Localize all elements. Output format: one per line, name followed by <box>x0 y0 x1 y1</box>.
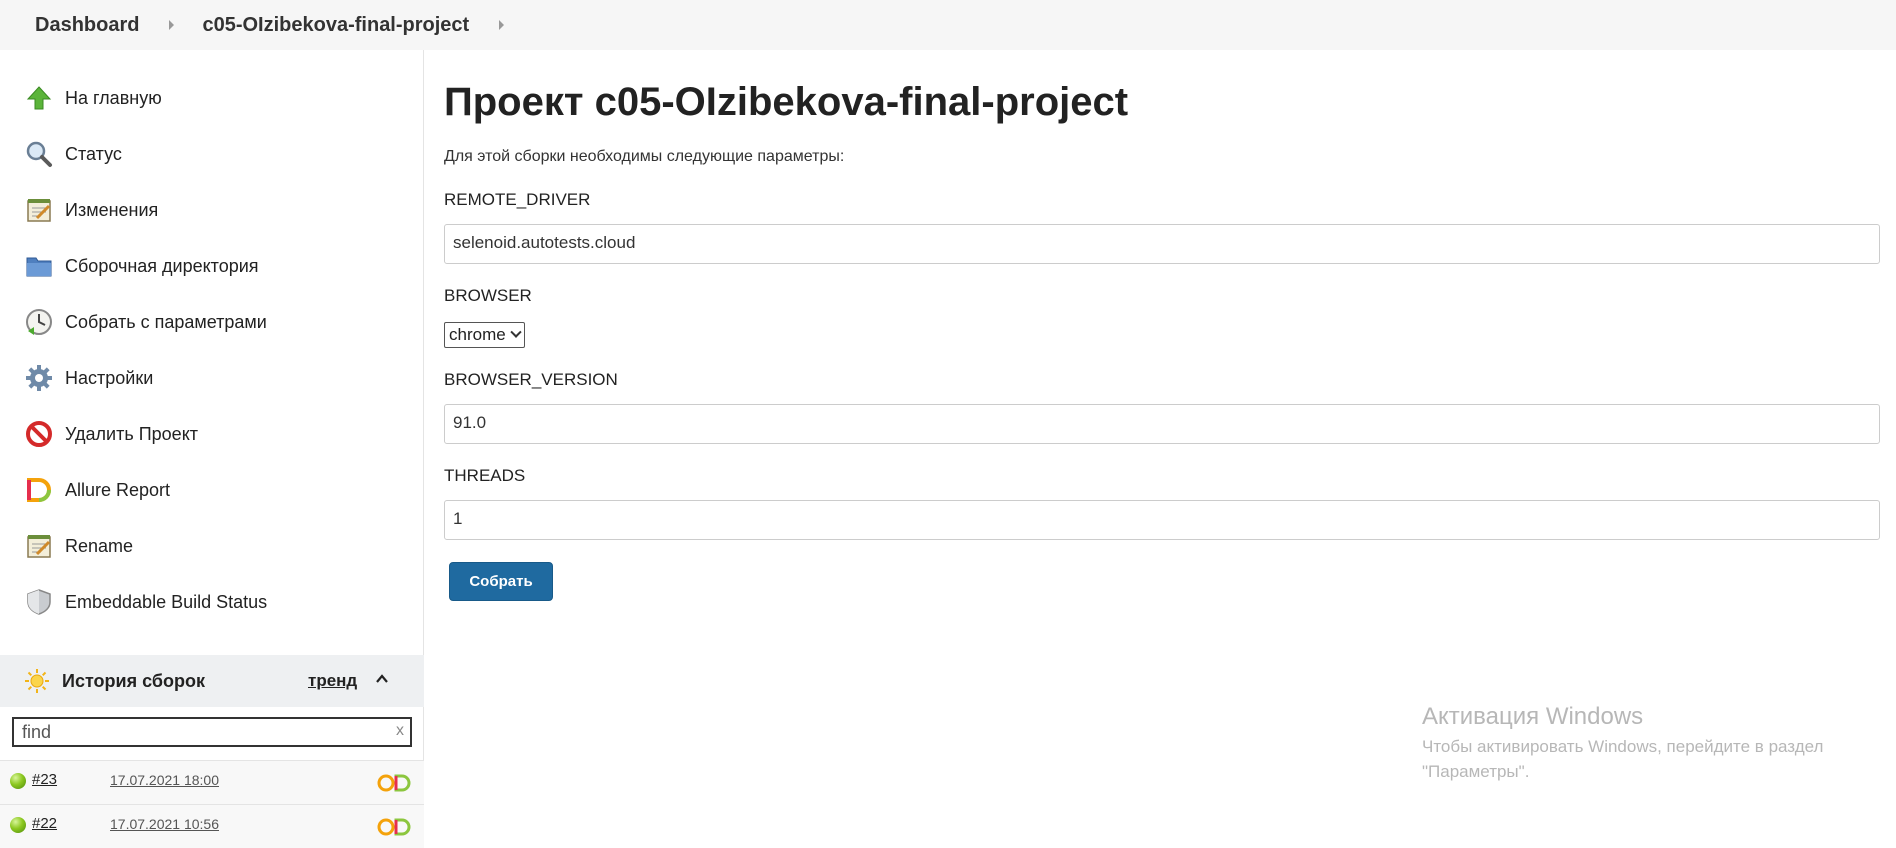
remote-driver-input[interactable]: selenoid.autotests.cloud <box>444 224 1880 264</box>
build-date-link[interactable]: 17.07.2021 18:00 <box>110 772 219 788</box>
chevron-up-icon[interactable] <box>375 672 389 686</box>
sidebar-item-label: Статус <box>65 143 122 164</box>
build-row: #23 17.07.2021 18:00 <box>0 760 424 804</box>
build-history-title: История сборок <box>62 670 205 691</box>
chevron-right-icon[interactable] <box>499 20 505 30</box>
browser-version-input[interactable]: 91.0 <box>444 404 1880 444</box>
sidebar-item-label: Сборочная директория <box>65 255 259 276</box>
clear-search-icon[interactable]: x <box>396 722 404 740</box>
build-history-search-input[interactable]: find <box>12 717 412 747</box>
sidebar-item-configure[interactable]: Настройки <box>24 358 153 398</box>
browser-select[interactable]: chrome <box>444 322 525 348</box>
build-number-link[interactable]: #23 <box>32 771 57 788</box>
breadcrumb: Dashboard c05-OIzibekova-final-project <box>0 0 1896 50</box>
sidebar-item-allure-report[interactable]: Allure Report <box>24 470 170 510</box>
success-ball-icon <box>10 773 26 789</box>
browser-select-value: chrome <box>449 325 506 344</box>
sidebar-item-label: На главную <box>65 87 162 108</box>
breadcrumb-dashboard[interactable]: Dashboard <box>35 14 139 37</box>
allure-icon[interactable] <box>376 773 414 793</box>
sidebar-item-label: Настройки <box>65 367 154 388</box>
sidebar-item-label: Удалить Проект <box>65 423 199 444</box>
sidebar-item-label: Собрать с параметрами <box>65 311 267 332</box>
magnifier-icon <box>24 139 54 169</box>
windows-activation-title: Активация Windows <box>1422 703 1644 730</box>
remote-driver-label: REMOTE_DRIVER <box>444 190 591 209</box>
sidebar-item-changes[interactable]: Изменения <box>24 190 158 230</box>
sidebar-item-delete-project[interactable]: Удалить Проект <box>24 414 198 454</box>
build-row: #22 17.07.2021 10:56 <box>0 804 424 848</box>
sidebar-item-label: Allure Report <box>65 479 171 500</box>
chevron-down-icon <box>510 326 522 338</box>
build-button[interactable]: Собрать <box>449 562 553 601</box>
windows-activation-text: "Параметры". <box>1422 762 1530 781</box>
parameters-description: Для этой сборки необходимы следующие пар… <box>444 148 845 165</box>
sidebar-item-label: Изменения <box>65 199 159 220</box>
allure-icon[interactable] <box>376 817 414 837</box>
chevron-right-icon[interactable] <box>169 20 175 30</box>
up-arrow-icon <box>24 83 54 113</box>
breadcrumb-project[interactable]: c05-OIzibekova-final-project <box>202 14 469 37</box>
browser-version-label: BROWSER_VERSION <box>444 370 618 389</box>
sidebar-item-home[interactable]: На главную <box>24 78 162 118</box>
sidebar: На главную Статус Изменения Сборочная ди… <box>0 50 424 828</box>
gear-icon <box>24 363 54 393</box>
windows-activation-text: Чтобы активировать Windows, перейдите в … <box>1422 737 1824 756</box>
sidebar-item-status[interactable]: Статус <box>24 134 122 174</box>
browser-label: BROWSER <box>444 286 532 305</box>
no-entry-icon <box>24 419 54 449</box>
sun-icon <box>25 669 49 693</box>
threads-label: THREADS <box>444 466 526 485</box>
success-ball-icon <box>10 817 26 833</box>
folder-icon <box>24 251 54 281</box>
shield-icon <box>24 587 54 617</box>
sidebar-item-workspace[interactable]: Сборочная директория <box>24 246 259 286</box>
build-number-link[interactable]: #22 <box>32 815 57 832</box>
sidebar-item-label: Embeddable Build Status <box>65 591 268 612</box>
clock-icon <box>24 307 54 337</box>
build-history-header: История сборок тренд <box>0 655 424 707</box>
sidebar-item-embeddable-build-status[interactable]: Embeddable Build Status <box>24 582 267 622</box>
sidebar-item-build-with-params[interactable]: Собрать с параметрами <box>24 302 267 342</box>
build-date-link[interactable]: 17.07.2021 10:56 <box>110 816 219 832</box>
sidebar-item-rename[interactable]: Rename <box>24 526 133 566</box>
notepad-icon <box>24 195 54 225</box>
notepad-icon <box>24 531 54 561</box>
allure-icon <box>24 475 54 505</box>
trend-link[interactable]: тренд <box>308 671 357 691</box>
page-title: Проект c05-OIzibekova-final-project <box>444 80 1129 124</box>
threads-input[interactable]: 1 <box>444 500 1880 540</box>
sidebar-item-label: Rename <box>65 535 134 556</box>
